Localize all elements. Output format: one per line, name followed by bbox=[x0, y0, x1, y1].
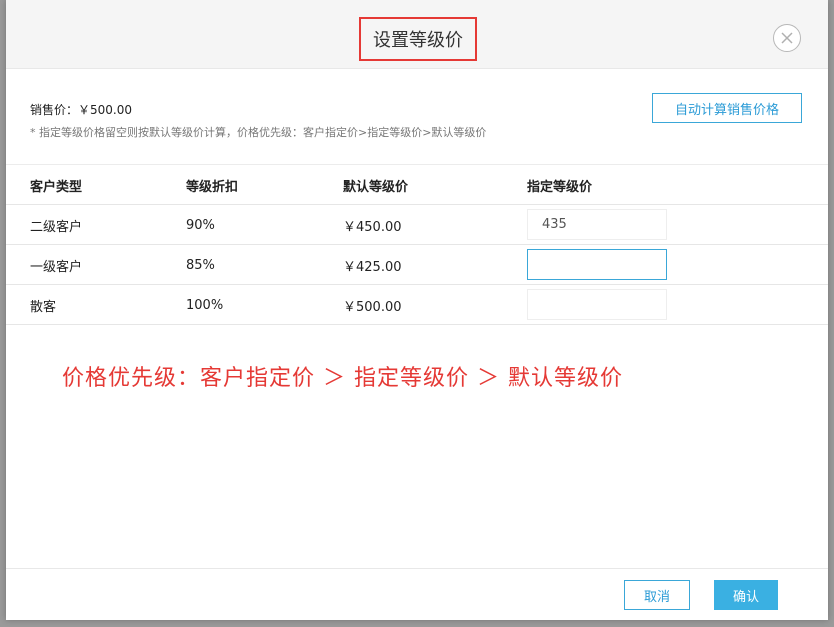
header-customer-type: 客户类型 bbox=[30, 179, 83, 195]
header-default-price: 默认等级价 bbox=[343, 179, 409, 195]
default-price: ￥425.00 bbox=[343, 259, 402, 275]
default-price: ￥450.00 bbox=[343, 219, 402, 235]
priority-hint: * 指定等级价格留空则按默认等级价计算，价格优先级：客户指定价>指定等级价>默认… bbox=[30, 126, 487, 139]
dialog-title: 设置等级价 bbox=[359, 17, 477, 61]
customer-type: 二级客户 bbox=[30, 219, 83, 235]
table-row: 二级客户 90% ￥450.00 bbox=[6, 204, 828, 244]
confirm-button[interactable]: 确认 bbox=[714, 580, 778, 610]
header-discount: 等级折扣 bbox=[186, 179, 239, 195]
discount: 85% bbox=[186, 257, 215, 273]
set-level-price-dialog: 设置等级价 销售价：￥500.00 * 指定等级价格留空则按默认等级价计算，价格… bbox=[6, 0, 828, 620]
dialog-header: 设置等级价 bbox=[6, 0, 828, 69]
default-price: ￥500.00 bbox=[343, 299, 402, 315]
specified-price-input[interactable] bbox=[527, 209, 667, 240]
specified-price-input[interactable] bbox=[527, 249, 667, 280]
table-header-row: 客户类型 等级折扣 默认等级价 指定等级价 bbox=[6, 164, 828, 204]
header-specified-price: 指定等级价 bbox=[527, 179, 593, 195]
specified-price-input[interactable] bbox=[527, 289, 667, 320]
cancel-button[interactable]: 取消 bbox=[624, 580, 690, 610]
sale-price-label: 销售价： bbox=[30, 103, 79, 117]
table-row: 一级客户 85% ￥425.00 bbox=[6, 244, 828, 284]
dialog-footer: 取消 确认 bbox=[6, 568, 828, 621]
discount: 90% bbox=[186, 217, 215, 233]
priority-annotation: 价格优先级：客户指定价 ＞ 指定等级价 ＞ 默认等级价 bbox=[62, 366, 623, 391]
discount: 100% bbox=[186, 297, 224, 313]
customer-type: 一级客户 bbox=[30, 259, 83, 275]
customer-type: 散客 bbox=[30, 299, 57, 315]
sale-price-value: ￥500.00 bbox=[78, 103, 133, 117]
sale-price: 销售价：￥500.00 bbox=[30, 101, 132, 118]
close-icon bbox=[781, 32, 793, 44]
auto-calc-price-button[interactable]: 自动计算销售价格 bbox=[652, 93, 802, 123]
close-button[interactable] bbox=[773, 24, 801, 52]
level-price-table: 客户类型 等级折扣 默认等级价 指定等级价 二级客户 90% ￥450.00 一… bbox=[6, 164, 828, 325]
table-row: 散客 100% ￥500.00 bbox=[6, 284, 828, 325]
